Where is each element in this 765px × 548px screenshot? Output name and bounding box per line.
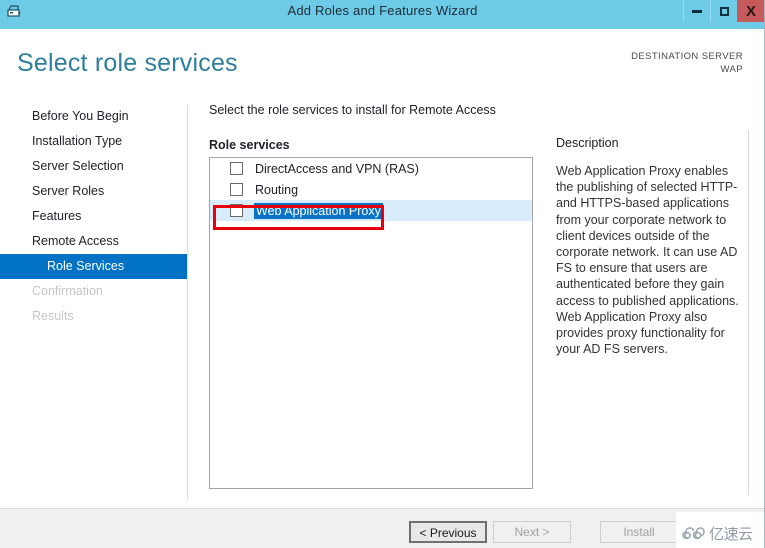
page-title: Select role services bbox=[17, 49, 238, 78]
list-item-label: Routing bbox=[255, 183, 298, 197]
list-item-label: DirectAccess and VPN (RAS) bbox=[255, 162, 419, 176]
wizard-window: Add Roles and Features Wizard X Select r… bbox=[0, 0, 765, 548]
sidebar-item-installation-type[interactable]: Installation Type bbox=[0, 129, 188, 154]
close-icon: X bbox=[746, 4, 756, 19]
list-item[interactable]: Web Application Proxy bbox=[210, 200, 532, 221]
sidebar-item-remote-access[interactable]: Remote Access bbox=[0, 229, 188, 254]
install-button: Install bbox=[600, 521, 678, 543]
title-bar: Add Roles and Features Wizard X bbox=[0, 0, 765, 22]
destination-server-label: DESTINATION SERVER bbox=[631, 50, 743, 63]
list-item-label: Web Application Proxy bbox=[254, 203, 383, 219]
cloud-icon bbox=[680, 525, 706, 542]
next-button: Next > bbox=[493, 521, 571, 543]
description-title: Description bbox=[556, 136, 746, 150]
sidebar-item-server-roles[interactable]: Server Roles bbox=[0, 179, 188, 204]
description-panel: Description Web Application Proxy enable… bbox=[556, 136, 746, 357]
title-bar-underline bbox=[0, 22, 765, 29]
sidebar-item-server-selection[interactable]: Server Selection bbox=[0, 154, 188, 179]
wizard-navigation: Before You Begin Installation Type Serve… bbox=[0, 104, 188, 500]
sidebar-item-role-services[interactable]: Role Services bbox=[0, 254, 188, 279]
list-item[interactable]: DirectAccess and VPN (RAS) bbox=[210, 158, 532, 179]
role-services-label: Role services bbox=[209, 138, 545, 152]
close-button[interactable]: X bbox=[737, 0, 765, 22]
sidebar-item-features[interactable]: Features bbox=[0, 204, 188, 229]
destination-server-value: WAP bbox=[631, 63, 743, 76]
checkbox-web-application-proxy[interactable] bbox=[230, 204, 243, 217]
role-services-listbox[interactable]: DirectAccess and VPN (RAS) Routing Web A… bbox=[209, 157, 533, 489]
description-divider bbox=[748, 130, 749, 495]
window-controls: X bbox=[683, 0, 765, 22]
wizard-server-icon bbox=[2, 1, 24, 21]
sidebar-item-before-you-begin[interactable]: Before You Begin bbox=[0, 104, 188, 129]
maximize-button[interactable] bbox=[710, 0, 737, 22]
window-title: Add Roles and Features Wizard bbox=[0, 0, 765, 22]
list-item[interactable]: Routing bbox=[210, 179, 532, 200]
main-content: Select the role services to install for … bbox=[200, 100, 545, 152]
minimize-icon bbox=[692, 10, 702, 13]
watermark: 亿速云 bbox=[676, 518, 765, 548]
checkbox-routing[interactable] bbox=[230, 183, 243, 196]
watermark-text: 亿速云 bbox=[709, 523, 753, 544]
sidebar-item-confirmation: Confirmation bbox=[0, 279, 188, 304]
destination-server: DESTINATION SERVER WAP bbox=[631, 50, 743, 76]
description-body: Web Application Proxy enables the publis… bbox=[556, 163, 746, 357]
minimize-button[interactable] bbox=[683, 0, 710, 22]
maximize-icon bbox=[720, 7, 729, 16]
footer-bar: < Previous Next > Install bbox=[0, 509, 765, 548]
checkbox-directaccess-and-vpn[interactable] bbox=[230, 162, 243, 175]
previous-button[interactable]: < Previous bbox=[409, 521, 487, 543]
sidebar-divider bbox=[187, 105, 188, 500]
main-instruction: Select the role services to install for … bbox=[209, 100, 545, 117]
sidebar-item-results: Results bbox=[0, 304, 188, 329]
page-header: Select role services DESTINATION SERVER … bbox=[0, 29, 765, 91]
